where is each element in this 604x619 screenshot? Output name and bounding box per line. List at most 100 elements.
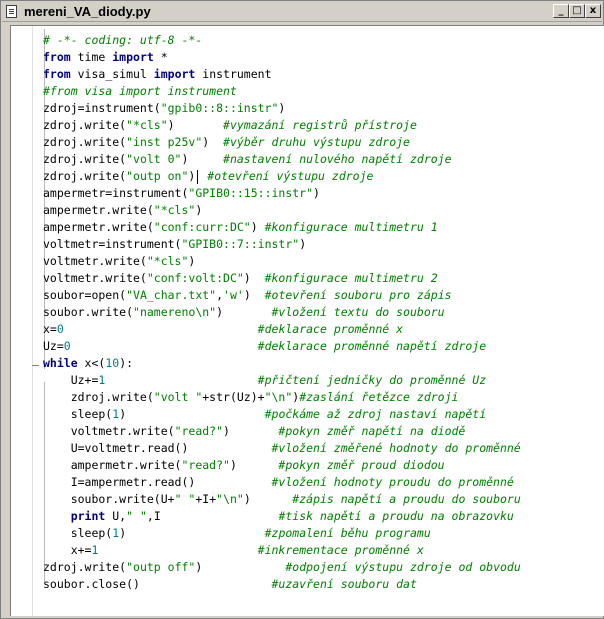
restore-button[interactable]: □ [569,4,585,18]
code-token: x= [43,322,57,336]
code-line[interactable]: soubor.close() #uzavření souboru dat [43,576,521,593]
code-line[interactable]: soubor=open("VA_char.txt",'w') #otevření… [43,287,521,304]
code-line[interactable]: # -*- coding: utf-8 -*- [43,32,521,49]
code-string: "conf:volt:DC" [146,271,244,285]
code-line[interactable]: zdroj.write("*cls") #vymazání registrů p… [43,117,521,134]
code-line[interactable]: while x<(10): [43,355,521,372]
code-token: ) [188,254,196,268]
code-line[interactable]: sleep(1) #zpomalení běhu programu [43,525,521,542]
code-token: instrument [195,67,272,81]
code-line[interactable]: soubor.write(U+" "+I+"\n") #zápis napětí… [43,491,521,508]
code-line[interactable]: Uz=0 #deklarace proměnné napětí zdroje [43,338,521,355]
code-keyword: while [43,356,78,370]
code-line[interactable]: voltmetr.write("conf:volt:DC") #konfigur… [43,270,521,287]
code-string: "\n" [264,390,293,404]
title-bar[interactable]: mereni_VA_diody.py _ □ x [2,2,602,22]
code-token: U=voltmetr.read() [43,441,272,455]
code-line[interactable]: zdroj.write("inst p25v") #výběr druhu vý… [43,134,521,151]
fold-marker-icon[interactable] [32,365,39,366]
editor-window: mereni_VA_diody.py _ □ x # -*- coding: u… [0,0,604,619]
code-comment: #otevření výstupu zdroje [207,169,374,183]
code-token: ) [119,526,265,540]
code-line[interactable]: ampermetr.write("*cls") [43,202,521,219]
code-comment: #zaslání řetězce zdroji [299,390,459,404]
code-line[interactable]: sleep(1) #počkáme až zdroj nastaví napět… [43,406,521,423]
code-line[interactable]: ampermetr.write("conf:curr:DC") #konfigu… [43,219,521,236]
code-token: voltmetr.write( [43,424,175,438]
code-comment: #deklarace proměnné napětí zdroje [257,339,487,353]
code-token: ) [223,424,279,438]
code-comment: #otevření souboru pro zápis [264,288,452,302]
code-string: "GPIB0::15::instr" [188,186,314,200]
code-comment: #from visa import instrument [43,84,237,98]
code-token: U, [105,509,127,523]
code-line[interactable]: ampermetr=instrument("GPIB0::15::instr") [43,185,521,202]
code-token: ) [181,152,224,166]
code-string: "VA_char.txt" [126,288,217,302]
code-number: 0 [63,339,71,353]
code-string: "conf:curr:DC" [153,220,251,234]
code-token: time [70,50,113,64]
code-token: ) [278,101,286,115]
code-keyword: print [70,509,106,523]
code-string: "outp off" [126,560,196,574]
code-string: "read?" [174,424,224,438]
code-comment: #vymazání registrů přístroje [223,118,417,132]
code-line[interactable]: soubor.write("namereno\n") #vložení text… [43,304,521,321]
code-token: ) [202,135,224,149]
code-string: "namereno\n" [133,305,217,319]
code-token: voltmetr.write( [43,254,147,268]
code-token: ) [313,186,320,200]
code-comment: # -*- coding: utf-8 -*- [43,33,203,47]
code-line[interactable]: voltmetr.write("*cls") [43,253,521,270]
code-token: ) [195,560,286,574]
code-keyword: from [43,67,71,81]
code-token: ) [243,288,265,302]
code-token: ): [119,356,134,370]
code-comment: #pokyn změř napětí na diodě [278,424,466,438]
code-token: zdroj.write( [43,390,154,404]
code-comment: #nastavení nulového napětí zdroje [223,152,452,166]
code-line[interactable]: x=0 #deklarace proměnné x [43,321,521,338]
code-token: Uz+= [43,373,99,387]
code-token: x+= [43,543,92,557]
code-line[interactable]: Uz+=1 #přičtení jedničky do proměnné Uz [43,372,521,389]
code-token: zdroj.write( [43,118,127,132]
code-line[interactable]: zdroj.write("volt 0") #nastavení nulovéh… [43,151,521,168]
code-token: sleep( [43,526,113,540]
code-token: ampermetr=instrument( [43,186,189,200]
code-token: zdroj.write( [43,152,127,166]
code-text[interactable]: # -*- coding: utf-8 -*- from time import … [43,32,521,593]
close-button[interactable]: x [585,4,601,18]
code-line[interactable]: #from visa import instrument [43,83,521,100]
code-line[interactable]: x+=1 #inkrementace proměnné x [43,542,521,559]
code-line[interactable]: zdroj.write("outp on") #otevření výstupu… [43,168,521,185]
code-comment: #deklarace proměnné x [257,322,404,336]
code-line[interactable]: U=voltmetr.read() #vložení změřené hodno… [43,440,521,457]
code-line[interactable]: ampermetr.write("read?") #pokyn změř pro… [43,457,521,474]
code-token: ) [243,492,293,506]
code-line[interactable]: I=ampermetr.read() #vložení hodnoty prou… [43,474,521,491]
code-line[interactable]: from visa_simul import instrument [43,66,521,83]
code-line[interactable]: voltmetr.write("read?") #pokyn změř napě… [43,423,521,440]
code-line[interactable]: zdroj.write("outp off") #odpojení výstup… [43,559,521,576]
code-token: ) [119,407,265,421]
code-token: soubor.write( [43,305,134,319]
code-line[interactable]: zdroj=instrument("gpib0::8::instr") [43,100,521,117]
code-line[interactable]: zdroj.write("volt "+str(Uz)+"\n")#zaslán… [43,389,521,406]
code-line[interactable]: from time import * [43,49,521,66]
code-editor[interactable]: # -*- coding: utf-8 -*- from time import … [10,25,604,616]
code-token: I=ampermetr.read() [43,475,272,489]
code-comment: #konfigurace multimetru 2 [264,271,438,285]
code-token: +I+ [195,492,217,506]
code-comment: #vložení změřené hodnoty do proměnné [271,441,521,455]
code-token: +str(Uz)+ [202,390,265,404]
code-string: "read?" [181,458,230,472]
code-line[interactable]: print U," ",I #tisk napětí a proudu na o… [43,508,521,525]
code-token: voltmetr.write( [43,271,147,285]
code-line[interactable]: voltmetr=instrument("GPIB0::7::instr") [43,236,521,253]
code-string: "\n" [216,492,244,506]
minimize-button[interactable]: _ [553,4,569,18]
